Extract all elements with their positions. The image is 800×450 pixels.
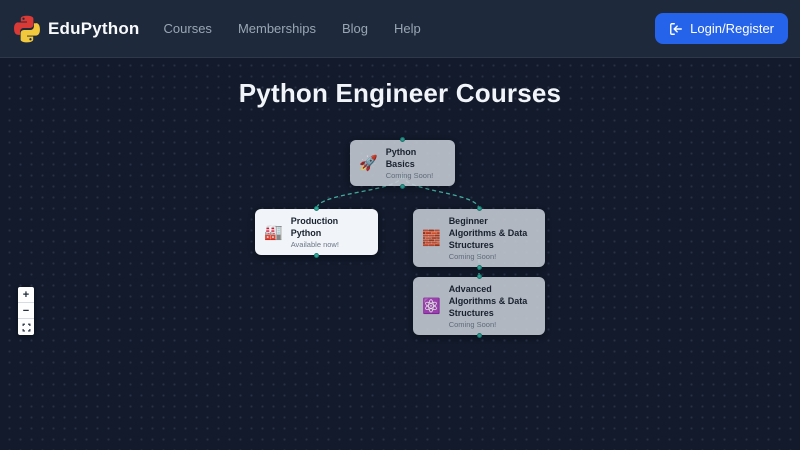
brand-name: EduPython [48,19,140,39]
course-title: Beginner Algorithms & Data Structures [449,215,535,251]
course-status: Coming Soon! [386,171,445,180]
nav-item-help[interactable]: Help [394,21,421,36]
login-register-label: Login/Register [690,21,774,36]
nav-item-courses[interactable]: Courses [164,21,212,36]
brick-icon: 🧱 [422,231,441,246]
flow-controls: +− [18,287,34,335]
rocket-icon: 🚀 [359,156,378,171]
course-status: Available now! [291,240,368,249]
login-register-button[interactable]: Login/Register [655,13,788,44]
course-node-beginner-algorithms[interactable]: 🧱 Beginner Algorithms & Data Structures … [413,209,545,267]
login-icon [669,22,683,36]
nav-item-memberships[interactable]: Memberships [238,21,316,36]
main-nav: Courses Memberships Blog Help [164,21,421,36]
fit-view-button[interactable] [18,319,34,335]
fit-view-icon [22,323,31,332]
course-title: Production Python [291,215,368,239]
node-handle-top [477,206,482,211]
factory-icon: 🏭 [264,225,283,240]
node-handle-top [314,206,319,211]
course-status: Coming Soon! [449,320,535,329]
course-flow-canvas[interactable]: Python Engineer Courses 🚀 Python Basics … [0,58,800,450]
top-navbar: EduPython Courses Memberships Blog Help Log… [0,0,800,58]
node-handle-top [400,137,405,142]
atom-icon: ⚛️ [422,299,441,314]
nav-item-blog[interactable]: Blog [342,21,368,36]
flow-edges [0,58,800,450]
course-node-python-basics[interactable]: 🚀 Python Basics Coming Soon! [350,140,455,186]
brand[interactable]: EduPython [12,14,140,44]
zoom-in-button[interactable]: + [18,287,34,303]
node-handle-top [477,274,482,279]
python-logo-icon [12,14,42,44]
zoom-out-button[interactable]: − [18,303,34,319]
course-title: Python Basics [386,146,445,170]
course-node-advanced-algorithms[interactable]: ⚛️ Advanced Algorithms & Data Structures… [413,277,545,335]
course-title: Advanced Algorithms & Data Structures [449,283,535,319]
course-status: Coming Soon! [449,252,535,261]
course-node-production-python[interactable]: 🏭 Production Python Available now! [255,209,378,255]
